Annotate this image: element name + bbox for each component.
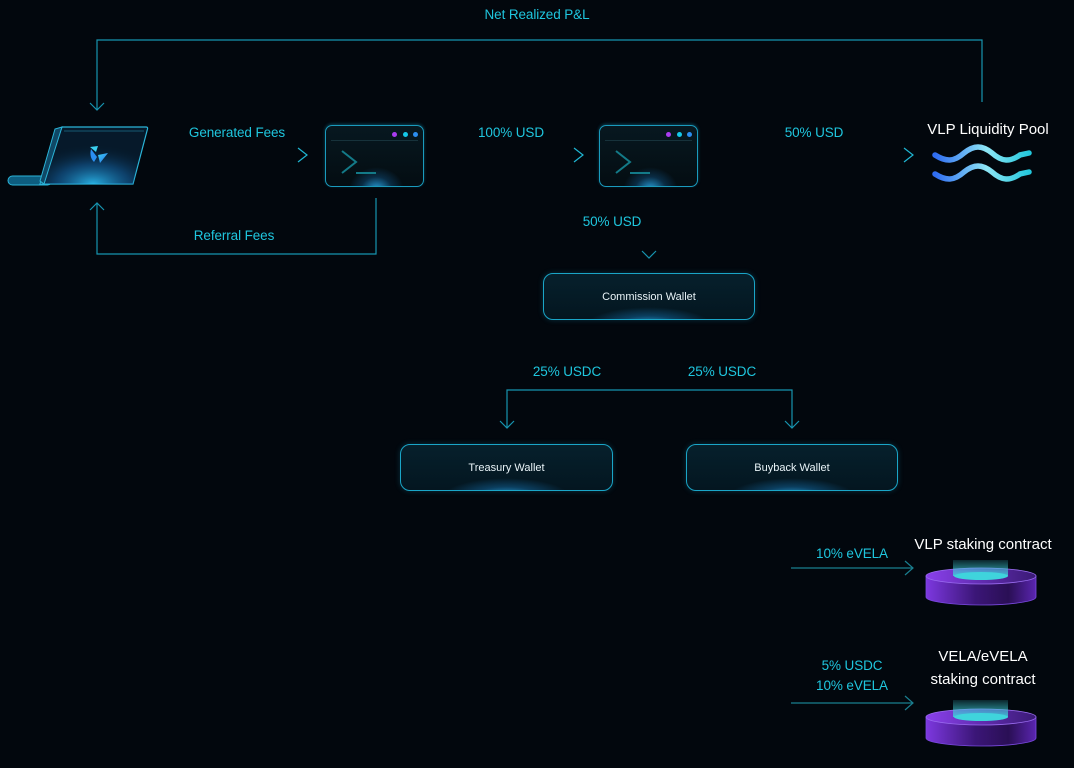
edge-router-transfer — [430, 147, 584, 163]
terminal-icon — [325, 125, 424, 187]
liquidity-pool-title: VLP Liquidity Pool — [927, 121, 1049, 138]
net-realized-pnl-label: Net Realized P&L — [484, 7, 590, 22]
commission-wallet-node: Commission Wallet — [543, 273, 755, 320]
buyback-wallet-label: Buyback Wallet — [754, 461, 830, 474]
to-buyback-label: 25% USDC — [687, 364, 757, 379]
window-title-bar — [605, 140, 692, 141]
window-dot-blue — [413, 132, 418, 137]
vlp-staking-title: VLP staking contract — [914, 536, 1052, 553]
flow-diagram — [7, 39, 1037, 747]
router-transfer-label: 100% USD — [478, 125, 544, 140]
referral-fees-label: Referral Fees — [193, 228, 275, 243]
window-dot-purple — [392, 132, 397, 137]
staking-disc-icon — [925, 560, 1037, 606]
edge-generated-fees — [150, 147, 308, 163]
window-dot-blue — [687, 132, 692, 137]
edge-to-commission — [641, 190, 657, 259]
vela-staking-title-line2: staking contract — [930, 671, 1036, 688]
buyback-wallet-node: Buyback Wallet — [686, 444, 898, 491]
to-treasury-label: 25% USDC — [532, 364, 602, 379]
window-dot-cyan — [403, 132, 408, 137]
laptop-icon — [7, 126, 149, 186]
to-liquidity-pool-label: 50% USD — [784, 125, 844, 140]
generated-fees-label: Generated Fees — [188, 125, 286, 140]
window-dot-purple — [666, 132, 671, 137]
edge-to-liquidity-pool — [704, 147, 914, 163]
waves-icon — [932, 144, 1032, 182]
vela-staking-title-line1: VELA/eVELA — [938, 648, 1028, 665]
commission-wallet-label: Commission Wallet — [602, 290, 696, 303]
to-commission-label: 50% USD — [582, 214, 642, 229]
edge-referral-fees — [89, 198, 377, 255]
prompt-icon — [341, 150, 376, 174]
treasury-wallet-node: Treasury Wallet — [400, 444, 613, 491]
treasury-wallet-label: Treasury Wallet — [468, 461, 545, 474]
terminal-icon — [599, 125, 698, 187]
window-dot-cyan — [677, 132, 682, 137]
to-vela-staking-label-line2: 10% eVELA — [816, 678, 888, 693]
window-title-bar — [331, 140, 418, 141]
prompt-icon — [615, 150, 650, 174]
staking-disc-icon — [925, 700, 1037, 747]
edge-net-realized-pnl — [89, 39, 983, 111]
to-vlp-staking-label: 10% eVELA — [816, 546, 888, 561]
edge-commission-split — [499, 338, 800, 429]
to-vela-staking-label-line1: 5% USDC — [821, 658, 883, 673]
